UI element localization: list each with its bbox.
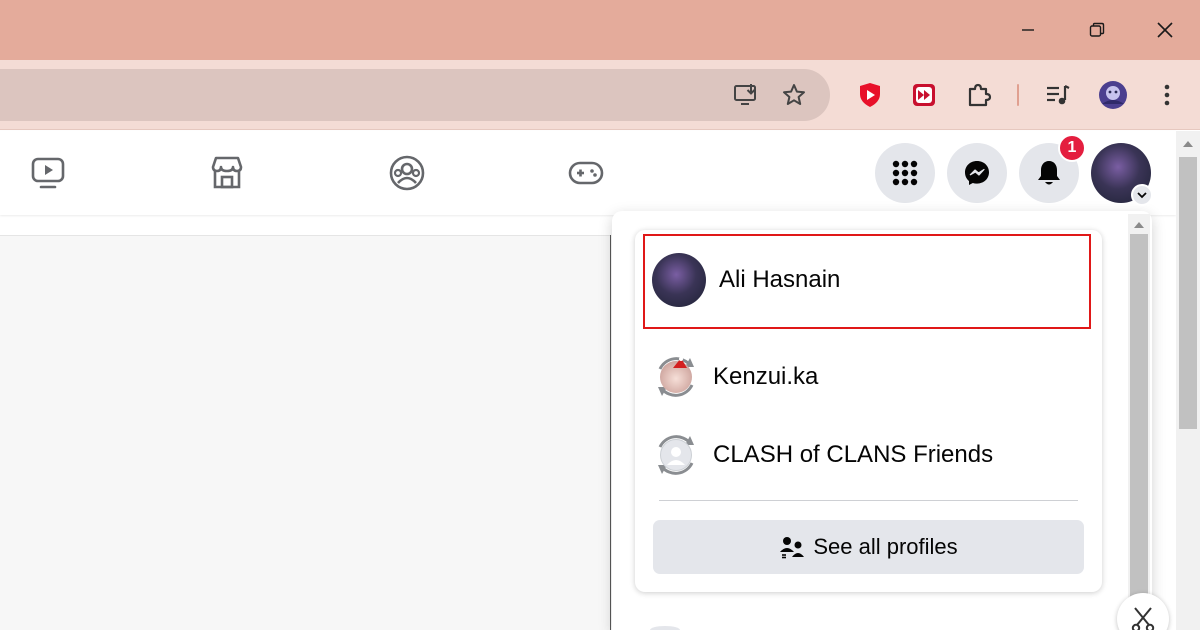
messenger-button[interactable] — [947, 143, 1007, 203]
feed-divider — [610, 235, 611, 630]
profile-clash-avatar — [652, 431, 700, 479]
see-all-profiles-button[interactable]: See all profiles — [653, 520, 1084, 574]
restore-button[interactable] — [1077, 10, 1117, 50]
scroll-up-arrow-icon[interactable] — [1183, 141, 1193, 147]
dropdown-scrollbar-thumb[interactable] — [1130, 234, 1148, 630]
menu-grid-button[interactable] — [875, 143, 935, 203]
restore-icon — [1089, 22, 1105, 37]
current-profile-row[interactable]: Ali Hasnain — [652, 253, 840, 307]
extensions-puzzle-icon[interactable] — [961, 77, 997, 113]
default-user-icon — [667, 447, 685, 465]
gaming-icon[interactable] — [566, 153, 606, 193]
dropdown-scroll-up-icon[interactable] — [1134, 222, 1144, 228]
scissors-icon — [1131, 607, 1155, 630]
profile-separator — [659, 500, 1078, 501]
santa-hat-icon — [673, 357, 687, 368]
install-app-icon[interactable] — [728, 77, 764, 113]
close-icon — [1157, 22, 1173, 38]
media-playlist-icon[interactable] — [1040, 77, 1076, 113]
page-scrollbar[interactable] — [1176, 131, 1200, 630]
account-menu-chevron[interactable] — [1131, 184, 1153, 206]
profile-kenzui-name: Kenzui.ka — [713, 363, 819, 390]
watch-icon[interactable] — [28, 153, 68, 193]
close-button[interactable] — [1145, 10, 1185, 50]
messenger-icon — [965, 161, 989, 185]
current-profile-avatar — [652, 253, 706, 307]
chevron-down-icon — [1137, 191, 1147, 198]
profile-kenzui-avatar — [652, 353, 700, 401]
groups-icon[interactable] — [387, 153, 427, 193]
profile-row-clash[interactable]: CLASH of CLANS Friends — [652, 431, 993, 479]
see-all-profiles-label: See all profiles — [813, 534, 958, 559]
partial-menu-item — [650, 626, 680, 630]
profile-avatar-icon[interactable] — [1095, 77, 1131, 113]
profile-row-kenzui[interactable]: Kenzui.ka — [652, 353, 818, 401]
menu-grid-icon — [892, 160, 918, 186]
address-bar[interactable] — [0, 69, 830, 121]
bell-icon — [1038, 161, 1060, 185]
bookmark-star-icon[interactable] — [776, 77, 812, 113]
profiles-switch-icon — [780, 537, 805, 559]
video-speed-icon[interactable] — [906, 77, 942, 113]
ublock-shield-icon[interactable] — [852, 77, 888, 113]
current-profile-name: Ali Hasnain — [719, 266, 841, 293]
title-bar — [0, 0, 1200, 60]
profile-clash-name: CLASH of CLANS Friends — [713, 441, 994, 468]
minimize-icon — [1022, 29, 1034, 31]
facebook-nav-bar — [0, 131, 1176, 215]
dropdown-scrollbar[interactable] — [1128, 214, 1150, 630]
minimize-button[interactable] — [1008, 10, 1048, 50]
browser-menu-icon[interactable] — [1149, 77, 1185, 113]
marketplace-icon[interactable] — [207, 153, 247, 193]
browser-toolbar — [0, 60, 1200, 130]
notification-badge: 1 — [1058, 134, 1086, 162]
page-scrollbar-thumb[interactable] — [1179, 157, 1197, 429]
toolbar-divider — [1017, 84, 1019, 106]
feed-area — [0, 235, 610, 630]
